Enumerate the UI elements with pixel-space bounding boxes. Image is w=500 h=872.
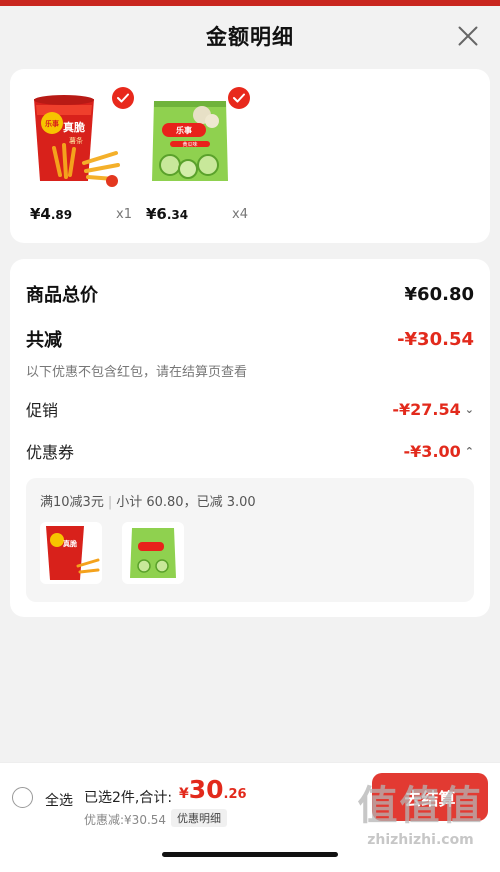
svg-text:真脆: 真脆	[63, 539, 77, 548]
discount-total-text: 优惠减:¥30.54	[84, 813, 167, 827]
product-quantity: x4	[232, 207, 248, 222]
coupon-label: 优惠券	[26, 443, 75, 462]
chevron-up-icon: ⌃	[464, 444, 474, 458]
promo-row[interactable]: 促销 -¥27.54 ⌄	[26, 397, 474, 421]
coupon-detail-box: 满10减3元 | 小计 60.80，已减 3.00 真脆	[26, 478, 474, 602]
coupon-value: -¥3.00	[403, 441, 461, 461]
product-quantity: x1	[116, 207, 132, 222]
goods-total-row: 商品总价 ¥60.80	[26, 281, 474, 307]
watermark-url: zhizhizhi.com	[367, 832, 474, 848]
product-item[interactable]: 乐事 黄瓜味 ¥6.34 x4	[140, 87, 250, 227]
discount-note: 以下优惠不包含红包，请在结算页查看	[26, 365, 248, 380]
product-image-cucumber-chips: 乐事 黄瓜味	[140, 93, 240, 189]
coupon-product-image-fries-cup: 真脆	[40, 522, 102, 584]
total-reduce-value: -¥30.54	[397, 328, 474, 350]
checked-badge-icon	[112, 87, 134, 109]
selected-count-text: 已选2件,合计:	[84, 790, 173, 806]
products-card: 乐事 真脆 薯条 ¥4.89 x1 乐事 黄瓜味 ¥6.34 x4	[10, 69, 490, 243]
product-price: ¥6.34	[146, 205, 189, 223]
svg-text:黄瓜味: 黄瓜味	[182, 141, 197, 148]
coupon-detail-text: 满10减3元 | 小计 60.80，已减 3.00	[40, 491, 256, 510]
promo-label: 促销	[26, 401, 59, 420]
chevron-down-icon: ⌄	[464, 402, 474, 416]
svg-text:真脆: 真脆	[63, 120, 85, 134]
separator: |	[107, 495, 113, 510]
price-summary-card: 商品总价 ¥60.80 共减 -¥30.54 以下优惠不包含红包，请在结算页查看…	[10, 259, 490, 617]
goods-total-label: 商品总价	[26, 285, 98, 306]
total-reduce-label: 共减	[26, 330, 62, 351]
coupon-product-image-cucumber-chips	[122, 522, 184, 584]
svg-text:乐事: 乐事	[176, 125, 192, 135]
page-title: 金额明细	[206, 25, 294, 49]
coupon-row[interactable]: 优惠券 -¥3.00 ⌃	[26, 439, 474, 463]
product-image-fries-cup: 乐事 真脆 薯条	[24, 93, 124, 189]
coupon-rule: 满10减3元	[40, 495, 104, 510]
home-indicator	[162, 852, 338, 857]
site-watermark: 值值值 zhizhizhi.com	[348, 780, 493, 866]
select-all-label[interactable]: 全选	[45, 790, 73, 810]
select-all-checkbox[interactable]	[12, 787, 33, 808]
watermark-logo-text: 值值值	[357, 783, 484, 829]
checked-badge-icon	[228, 87, 250, 109]
coupon-subtotal: 小计 60.80，已减 3.00	[116, 495, 256, 510]
product-item[interactable]: 乐事 真脆 薯条 ¥4.89 x1	[24, 87, 134, 227]
promo-value: -¥27.54	[392, 399, 461, 419]
amount-detail-sheet: 金额明细 乐事 真脆 薯条 ¥4.89 x1 乐事 黄瓜味 ¥6.34 x4 商…	[0, 6, 500, 872]
coupon-value-group: -¥3.00 ⌃	[404, 442, 474, 461]
discount-detail-button[interactable]: 优惠明细	[171, 809, 227, 827]
close-icon[interactable]	[456, 24, 480, 48]
promo-value-group: -¥27.54 ⌄	[392, 400, 474, 419]
product-price: ¥4.89	[30, 205, 73, 223]
svg-text:乐事: 乐事	[45, 119, 59, 128]
svg-text:薯条: 薯条	[69, 136, 83, 145]
total-price: ¥30.26	[179, 775, 247, 804]
total-reduce-row: 共减 -¥30.54	[26, 326, 474, 352]
sheet-header: 金额明细	[0, 6, 500, 66]
goods-total-value: ¥60.80	[404, 283, 474, 305]
